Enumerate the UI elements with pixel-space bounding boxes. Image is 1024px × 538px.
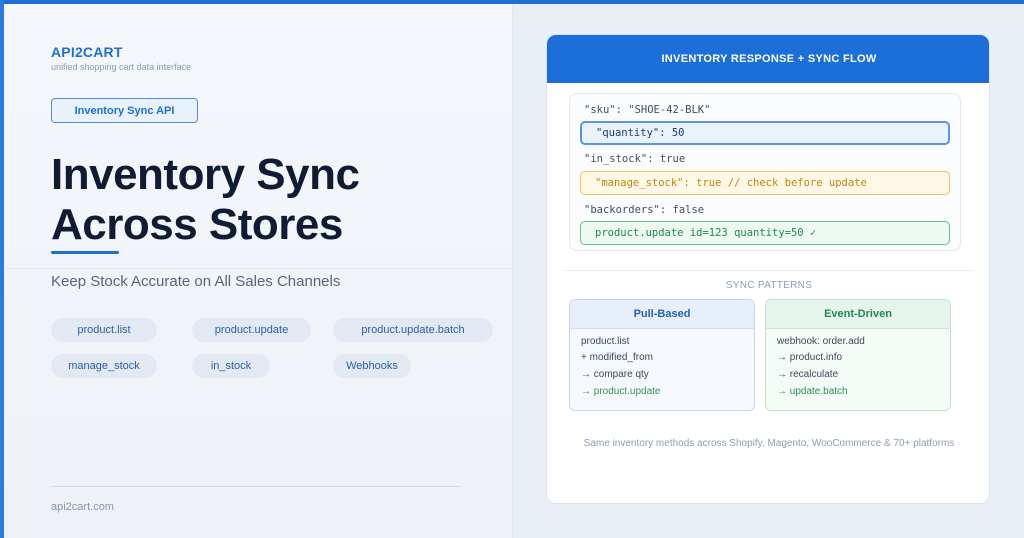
pattern-step: product.list xyxy=(581,336,630,347)
method-pill-product-update: product.update xyxy=(192,318,311,342)
card-header: INVENTORY RESPONSE + SYNC FLOW xyxy=(547,35,989,83)
title-line-1: Inventory Sync xyxy=(51,150,360,199)
pattern-step: → recalculate xyxy=(777,369,839,380)
code-line-manage-stock: "manage_stock": true // check before upd… xyxy=(580,171,950,195)
pattern-title: Event-Driven xyxy=(766,300,950,329)
pattern-step: + modified_from xyxy=(581,352,653,363)
pattern-title: Pull-Based xyxy=(570,300,754,329)
brand-name: API2CART xyxy=(51,44,123,60)
sync-patterns-title: SYNC PATTERNS xyxy=(725,280,813,291)
card-footer-note: Same inventory methods across Shopify, M… xyxy=(583,438,955,449)
pattern-event-driven: Event-Driven webhook: order.add → produc… xyxy=(765,299,951,411)
method-pill-product-list: product.list xyxy=(51,318,157,342)
page-title: Inventory Sync Across Stores xyxy=(51,150,491,250)
footer-url: api2cart.com xyxy=(51,501,114,513)
response-code-box: "sku": "SHOE-42-BLK" "quantity": 50 "in_… xyxy=(569,93,961,251)
code-line-in-stock: "in_stock": true xyxy=(584,153,686,165)
pattern-step: → update.batch xyxy=(777,386,848,397)
title-line-2: Across Stores xyxy=(51,200,343,249)
code-line-sku: "sku": "SHOE-42-BLK" xyxy=(584,104,711,116)
title-underline xyxy=(51,251,119,254)
pattern-step: webhook: order.add xyxy=(777,336,865,347)
method-pill-webhooks: Webhooks xyxy=(333,354,411,378)
brand-tagline: unified shopping cart data interface xyxy=(51,62,192,72)
sync-flow-card: INVENTORY RESPONSE + SYNC FLOW "sku": "S… xyxy=(546,34,990,504)
method-pill-product-update-batch: product.update.batch xyxy=(333,318,493,342)
method-pill-in-stock: in_stock xyxy=(192,354,270,378)
pattern-step: → product.info xyxy=(777,352,843,363)
code-line-quantity: "quantity": 50 xyxy=(580,121,950,145)
page-subtitle: Keep Stock Accurate on All Sales Channel… xyxy=(51,273,341,290)
pattern-pull-based: Pull-Based product.list + modified_from … xyxy=(569,299,755,411)
pattern-step: → compare qty xyxy=(581,369,649,380)
left-panel xyxy=(4,4,512,538)
footer-divider xyxy=(51,486,461,487)
code-line-update-call: product.update id=123 quantity=50 ✓ xyxy=(580,221,950,245)
pattern-step: → product.update xyxy=(581,386,661,397)
method-pill-manage-stock: manage_stock xyxy=(51,354,157,378)
left-divider xyxy=(4,268,512,269)
code-line-backorders: "backorders": false xyxy=(584,204,705,216)
api-badge: Inventory Sync API xyxy=(51,98,198,123)
card-divider xyxy=(565,270,973,271)
